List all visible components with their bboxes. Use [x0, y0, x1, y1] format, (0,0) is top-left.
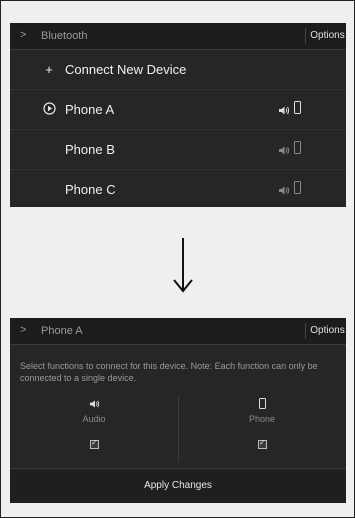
speaker-icon	[278, 183, 290, 201]
phone-icon	[178, 396, 346, 414]
audio-function[interactable]: Audio	[10, 394, 178, 464]
apply-changes-button[interactable]: Apply Changes	[10, 468, 346, 503]
device-row-phone-c[interactable]: Phone C	[10, 170, 346, 209]
header-title: Bluetooth	[41, 30, 88, 42]
device-settings-screen: > Phone A Options Select functions to co…	[10, 318, 346, 503]
speaker-icon	[278, 103, 290, 121]
speaker-icon	[278, 143, 290, 161]
arrow-down-icon	[173, 238, 193, 293]
instruction-text: Select functions to connect for this dev…	[20, 361, 318, 383]
device-label: Phone A	[65, 102, 115, 117]
audio-checkbox[interactable]	[90, 438, 99, 449]
figure-frame: > Bluetooth Options + Connect New Device…	[0, 0, 355, 518]
bluetooth-screen: > Bluetooth Options + Connect New Device…	[10, 23, 346, 207]
back-chevron-icon[interactable]: >	[20, 324, 26, 336]
back-chevron-icon[interactable]: >	[20, 29, 26, 41]
function-label: Phone	[248, 414, 276, 424]
device-row-phone-b[interactable]: Phone B	[10, 130, 346, 170]
phone-icon	[294, 181, 301, 194]
plus-icon: +	[45, 62, 53, 77]
device-settings-header: > Phone A Options	[10, 318, 346, 345]
phone-function[interactable]: Phone	[178, 394, 346, 464]
device-label: Phone C	[65, 182, 116, 197]
header-divider	[305, 323, 306, 339]
active-device-icon	[42, 102, 56, 118]
device-row-phone-a[interactable]: Phone A	[10, 90, 346, 130]
function-label: Audio	[82, 414, 106, 424]
phone-checkbox[interactable]	[258, 438, 267, 449]
function-columns: Audio Phone	[10, 394, 346, 464]
device-label: Phone B	[65, 142, 115, 157]
header-divider	[305, 28, 306, 44]
phone-icon	[294, 101, 301, 114]
connect-new-device-label: Connect New Device	[65, 62, 187, 77]
options-button[interactable]: Options	[309, 325, 346, 336]
phone-icon	[294, 141, 301, 154]
connect-new-device-row[interactable]: + Connect New Device	[10, 50, 346, 90]
header-title: Phone A	[41, 325, 83, 337]
options-button[interactable]: Options	[309, 30, 346, 41]
speaker-icon	[10, 396, 178, 414]
bluetooth-header: > Bluetooth Options	[10, 23, 346, 50]
